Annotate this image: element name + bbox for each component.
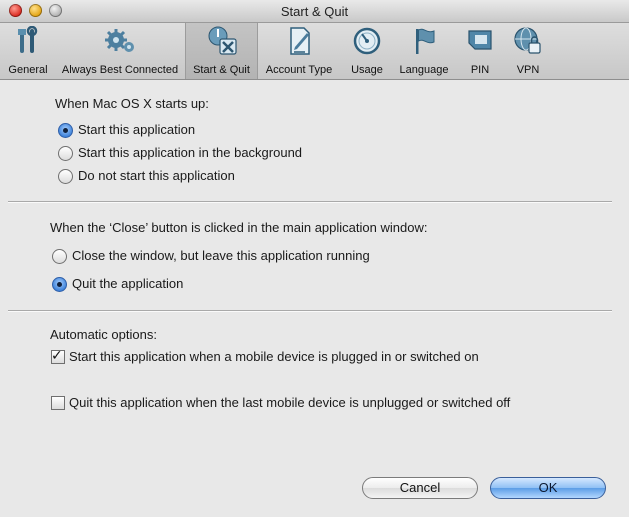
cancel-button[interactable]: Cancel <box>362 477 478 499</box>
tab-start-quit[interactable]: Start & Quit <box>185 23 258 79</box>
tab-vpn[interactable]: VPN <box>506 23 550 79</box>
title-bar: Start & Quit <box>0 0 629 23</box>
tab-usage-label: Usage <box>351 64 383 76</box>
tab-language[interactable]: Language <box>396 23 452 79</box>
checkbox[interactable] <box>51 396 65 410</box>
startup-option-label: Start this application in the background <box>78 145 303 160</box>
preferences-window: Start & Quit General Always Best Connect… <box>0 0 629 517</box>
ok-button[interactable]: OK <box>490 477 606 499</box>
close-heading: When the ‘Close’ button is clicked in th… <box>50 220 428 235</box>
tab-always-best-connected[interactable]: Always Best Connected <box>56 23 184 79</box>
tab-vpn-label: VPN <box>516 64 540 76</box>
tab-account-type-label: Account Type <box>265 64 333 76</box>
tab-general[interactable]: General <box>0 23 56 79</box>
radio-button[interactable] <box>58 169 73 184</box>
tab-language-label: Language <box>399 64 449 76</box>
tab-always-best-connected-label: Always Best Connected <box>61 64 179 76</box>
flag-icon <box>416 28 435 54</box>
sim-card-icon <box>468 30 492 50</box>
startup-option-label: Start this application <box>78 122 196 137</box>
startup-option-label: Do not start this application <box>78 168 235 183</box>
tab-pin[interactable]: PIN <box>458 23 502 79</box>
account-document-icon <box>290 27 310 55</box>
close-option-label: Quit the application <box>72 276 184 291</box>
vpn-globe-lock-icon <box>514 27 541 54</box>
automatic-heading: Automatic options: <box>50 327 157 342</box>
tab-general-label: General <box>8 64 48 76</box>
start-quit-icon <box>208 26 237 55</box>
wrench-screwdriver-icon <box>18 26 38 53</box>
gears-icon <box>105 29 134 52</box>
radio-button[interactable] <box>52 249 67 264</box>
radio-button[interactable] <box>58 146 73 161</box>
tab-start-quit-label: Start & Quit <box>193 64 250 76</box>
radio-button[interactable] <box>58 123 73 138</box>
radio-button[interactable] <box>52 277 67 292</box>
preferences-toolbar: General Always Best Connected Start & Qu… <box>0 23 629 80</box>
startup-heading: When Mac OS X starts up: <box>55 96 209 111</box>
close-option-label: Close the window, but leave this applica… <box>72 248 370 263</box>
gauge-icon <box>353 27 381 55</box>
checkmark-icon: ✓ <box>51 347 63 363</box>
section-divider <box>8 201 612 202</box>
automatic-option-label: Start this application when a mobile dev… <box>69 349 479 364</box>
tab-usage[interactable]: Usage <box>342 23 392 79</box>
section-divider <box>8 310 612 311</box>
tab-pin-label: PIN <box>470 64 490 76</box>
window-title: Start & Quit <box>280 4 349 19</box>
checkbox[interactable]: ✓ <box>51 347 65 364</box>
tab-account-type[interactable]: Account Type <box>262 23 336 79</box>
automatic-option-label: Quit this application when the last mobi… <box>69 395 511 410</box>
